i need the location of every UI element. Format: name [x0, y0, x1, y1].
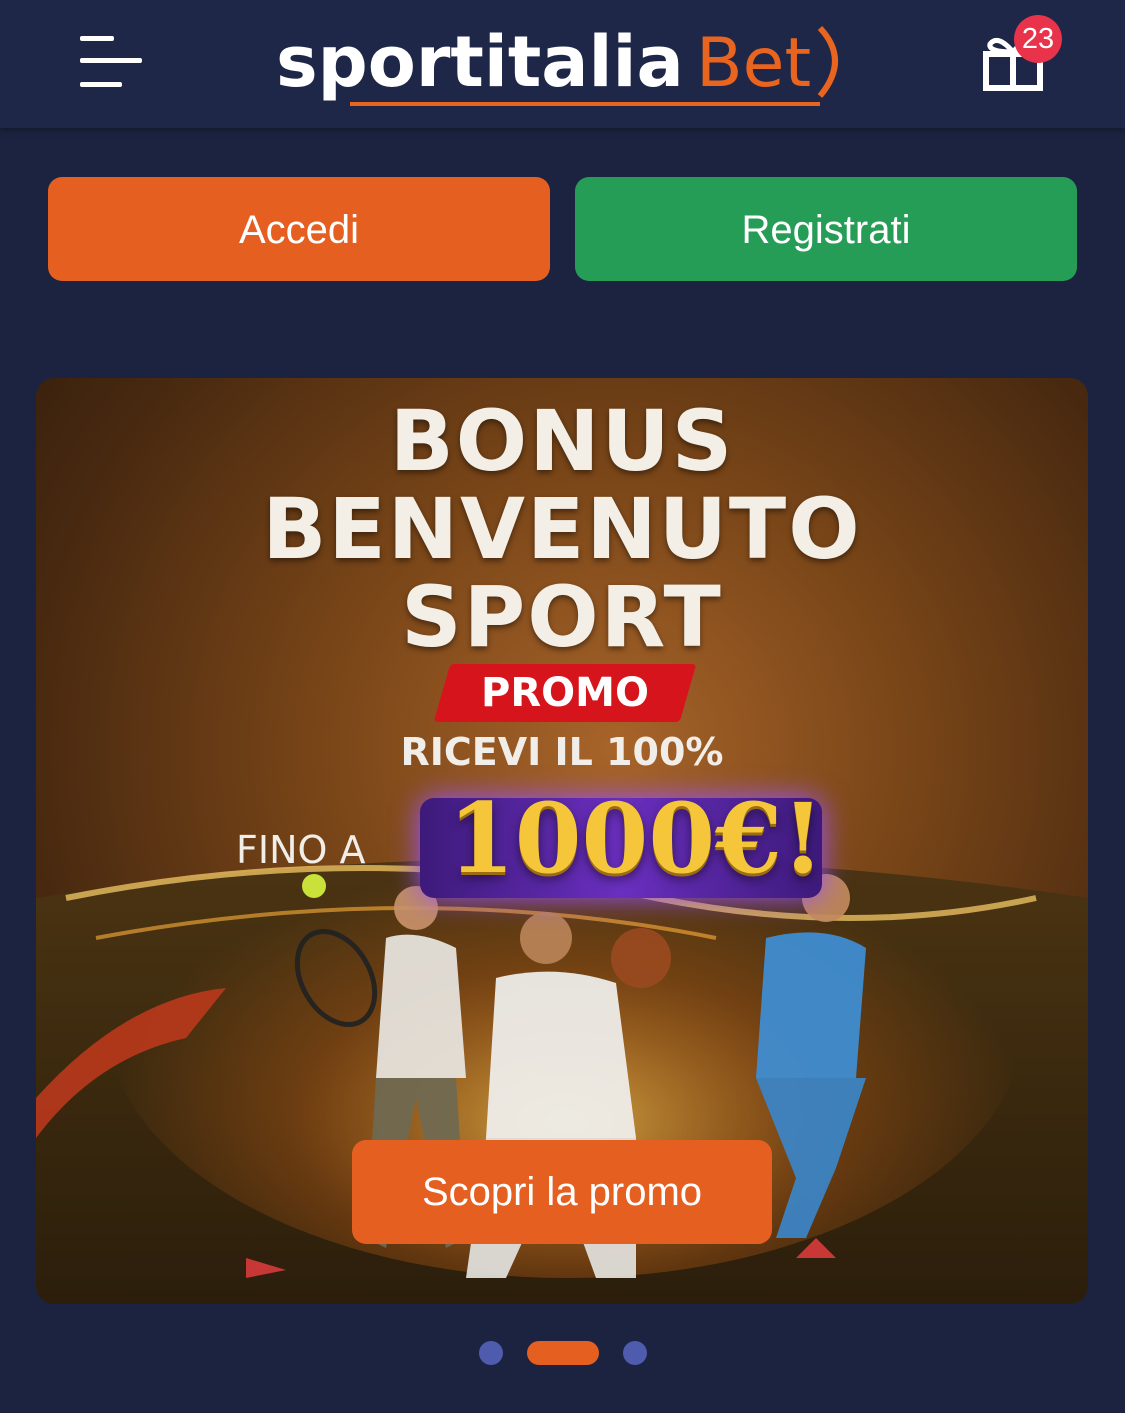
logo-main-text: sportitalia [276, 21, 684, 103]
top-header: sportitalia Bet 23 [0, 0, 1125, 128]
banner-title-line1: BONUS [389, 392, 735, 490]
register-button[interactable]: Registrati [575, 177, 1077, 281]
carousel-dot-2-active[interactable] [527, 1341, 599, 1365]
promo-tag: PROMO [481, 670, 649, 716]
banner-amount: 1000€! [447, 782, 825, 895]
sportitalia-bet-logo[interactable]: sportitalia Bet [272, 16, 852, 112]
banner-title-line2: BENVENUTO [262, 480, 862, 578]
logo-accent-text: Bet [696, 24, 811, 103]
carousel-indicators [0, 1340, 1125, 1366]
banner-title-line3: SPORT [401, 568, 723, 666]
carousel-dot-3[interactable] [623, 1341, 647, 1365]
hamburger-menu-icon[interactable] [80, 34, 142, 90]
carousel-dot-1[interactable] [479, 1341, 503, 1365]
promo-banner[interactable]: BONUS BENVENUTO SPORT PROMO RICEVI IL 10… [36, 378, 1088, 1304]
banner-amount-prefix: FINO A [236, 828, 366, 872]
banner-subtitle: RICEVI IL 100% [400, 730, 724, 774]
gift-count-badge: 23 [1014, 15, 1062, 63]
login-button[interactable]: Accedi [48, 177, 550, 281]
discover-promo-button[interactable]: Scopri la promo [352, 1140, 772, 1244]
